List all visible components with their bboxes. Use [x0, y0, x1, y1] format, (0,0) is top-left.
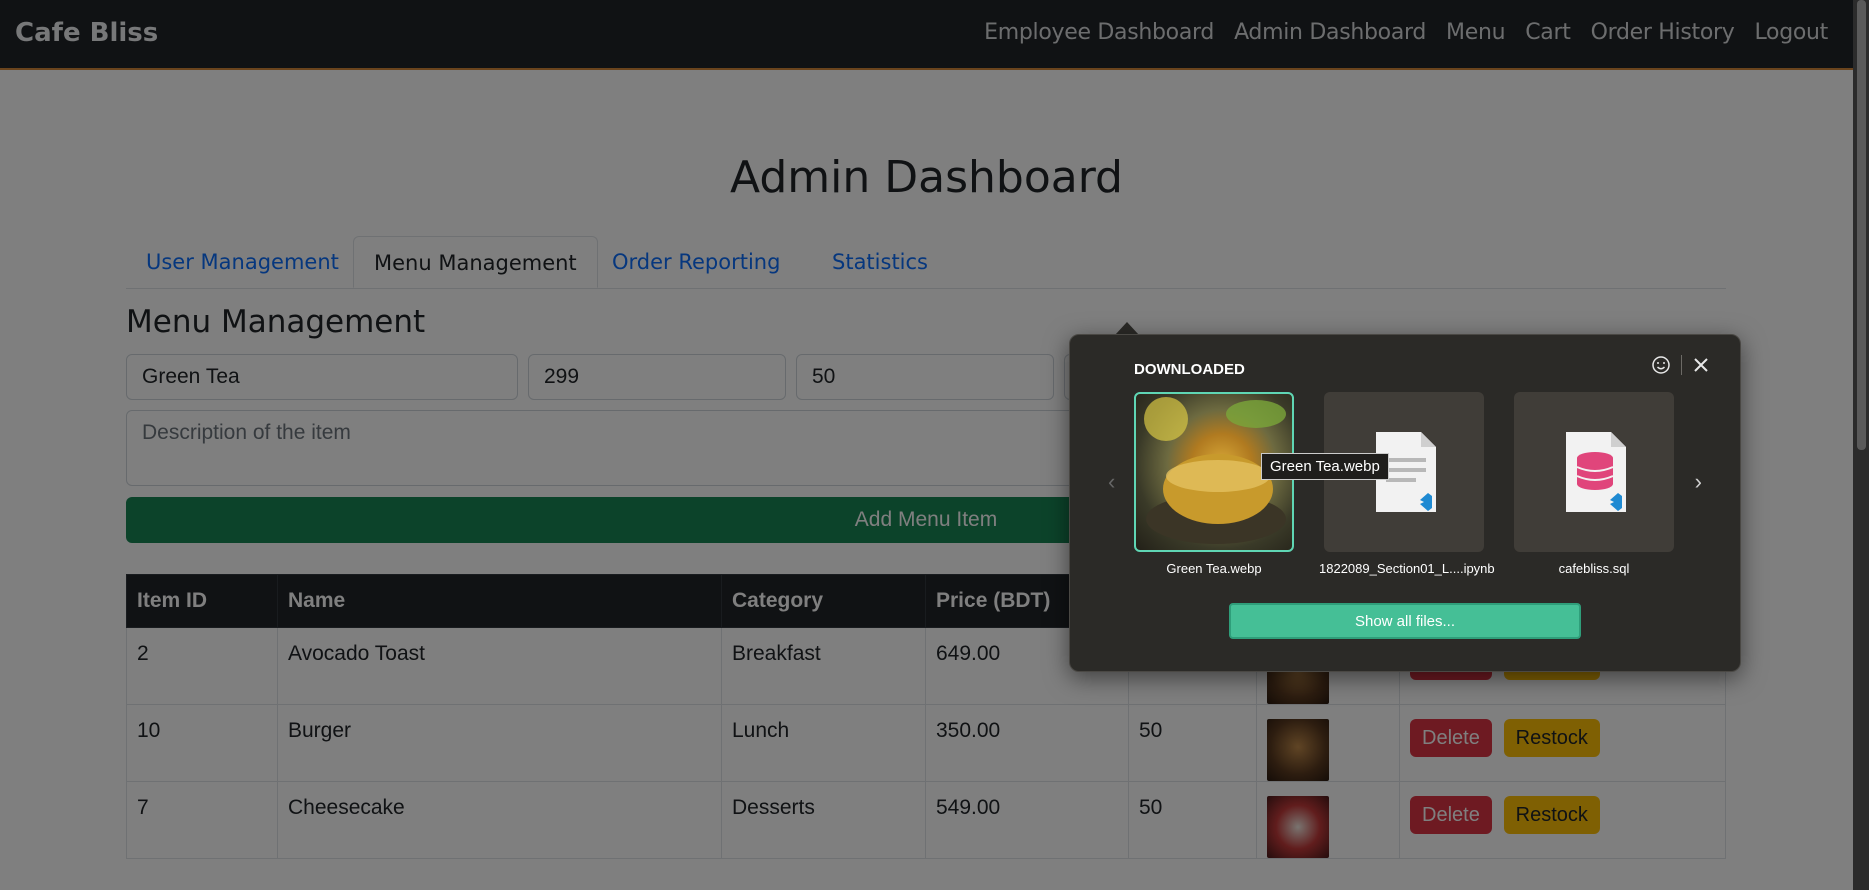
download-filename: cafebliss.sql [1558, 561, 1630, 576]
page-scrollbar[interactable] [1853, 0, 1869, 890]
show-all-files-button[interactable]: Show all files... [1229, 603, 1581, 639]
file-tooltip: Green Tea.webp [1261, 453, 1389, 480]
download-filename: 1822089_Section01_L....ipynb [1319, 561, 1495, 576]
chevron-right-icon[interactable]: › [1695, 469, 1702, 495]
download-tile-sql[interactable] [1514, 392, 1674, 552]
downloads-panel-title: DOWNLOADED [1134, 361, 1245, 378]
smiley-feedback-icon[interactable] [1651, 355, 1671, 375]
downloads-panel-controls [1651, 355, 1710, 375]
scrollbar-thumb[interactable] [1857, 0, 1866, 450]
controls-divider [1681, 355, 1682, 375]
download-filename: Green Tea.webp [1166, 561, 1262, 576]
database-file-icon [1566, 432, 1626, 512]
downloads-panel: DOWNLOADED ‹ › Green Tea.webp 1822089_Se… [1069, 334, 1741, 672]
close-icon[interactable] [1692, 356, 1710, 374]
chevron-left-icon[interactable]: ‹ [1108, 469, 1115, 495]
